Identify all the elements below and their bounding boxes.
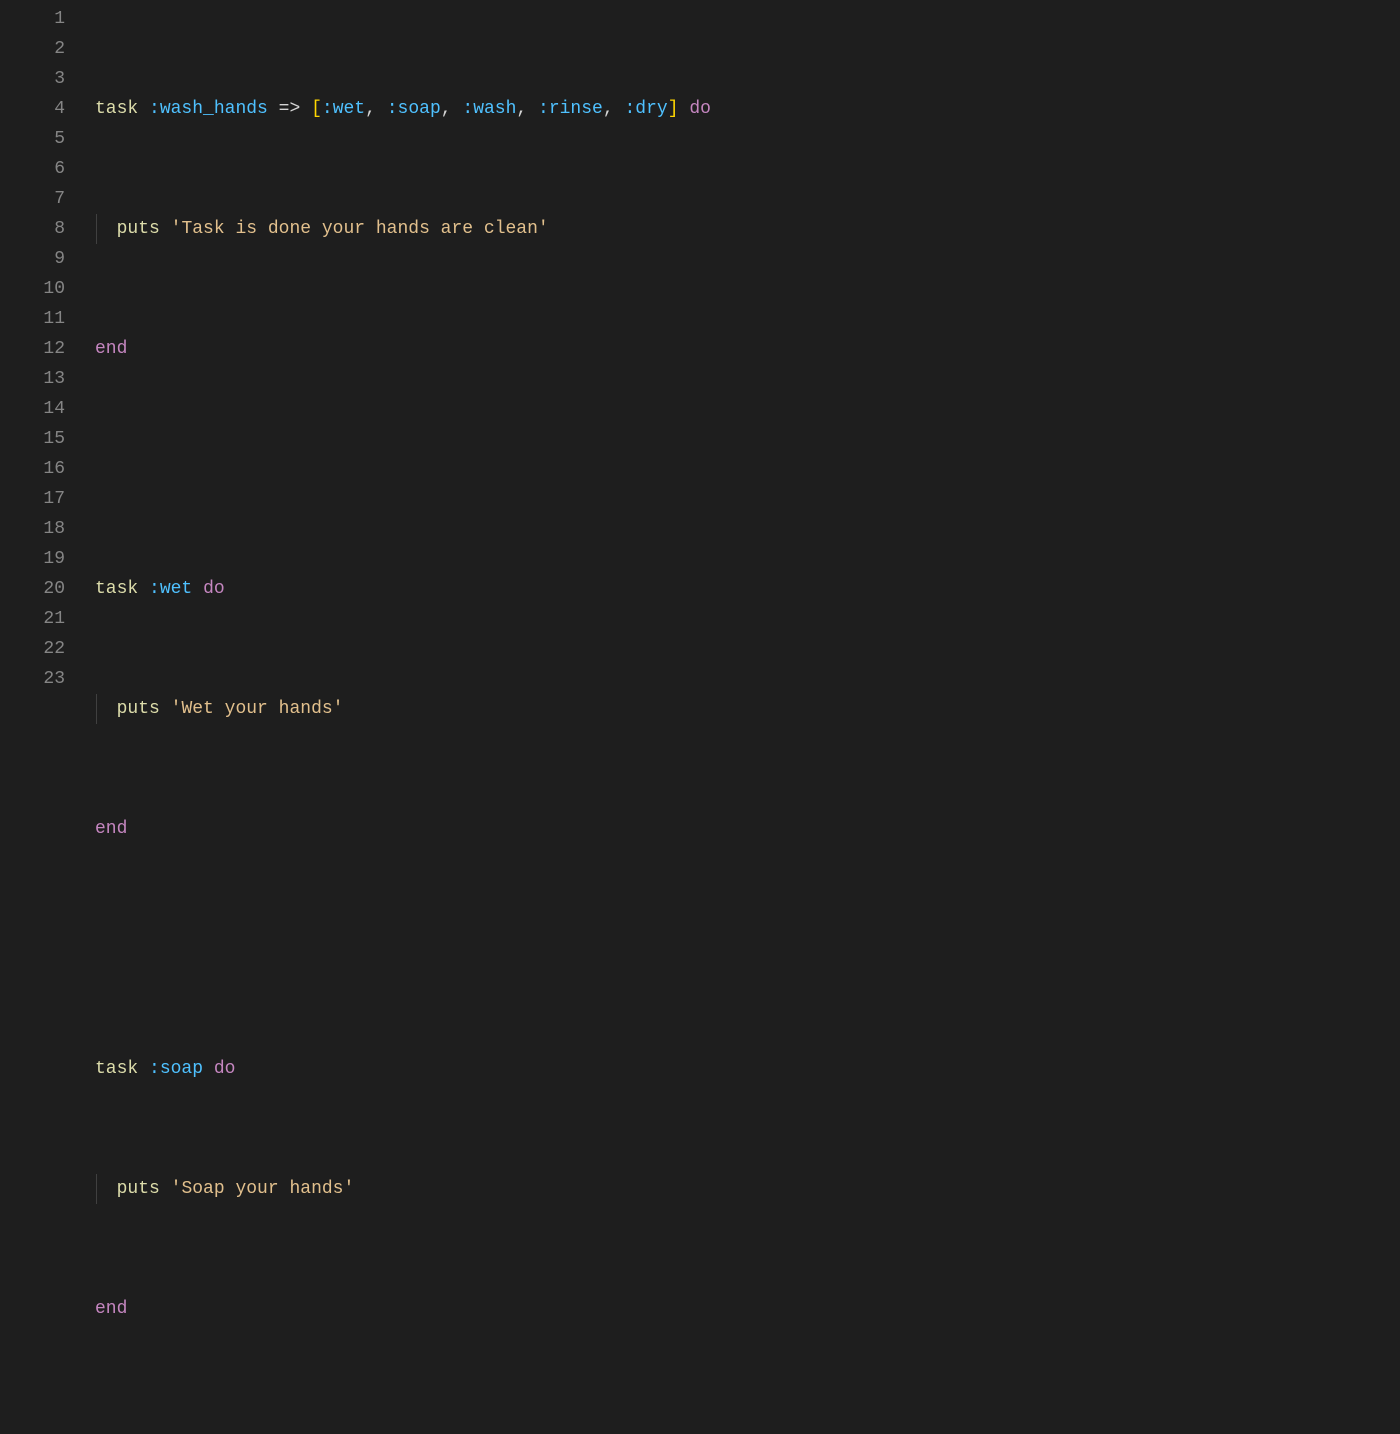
- symbol: :wash: [462, 99, 516, 119]
- line-number: 10: [0, 274, 65, 304]
- string-literal: 'Wet your hands': [171, 699, 344, 719]
- symbol: :wet: [149, 579, 192, 599]
- code-line[interactable]: task :soap do: [95, 1054, 1400, 1084]
- code-editor[interactable]: 1 2 3 4 5 6 7 8 9 10 11 12 13 14 15 16 1…: [0, 0, 1400, 717]
- line-number: 18: [0, 514, 65, 544]
- bracket-open: [: [311, 99, 322, 119]
- method-task: task: [95, 1059, 138, 1079]
- string-literal: 'Task is done your hands are clean': [171, 219, 549, 239]
- code-line[interactable]: end: [95, 1294, 1400, 1324]
- line-number: 19: [0, 544, 65, 574]
- line-number: 2: [0, 34, 65, 64]
- code-line[interactable]: [95, 1414, 1400, 1434]
- line-number: 15: [0, 424, 65, 454]
- code-line[interactable]: puts 'Wet your hands': [95, 694, 1400, 724]
- line-number: 16: [0, 454, 65, 484]
- line-number-gutter: 1 2 3 4 5 6 7 8 9 10 11 12 13 14 15 16 1…: [0, 4, 95, 717]
- code-line[interactable]: end: [95, 814, 1400, 844]
- bracket-close: ]: [668, 99, 679, 119]
- line-number: 17: [0, 484, 65, 514]
- keyword-end: end: [95, 1299, 127, 1319]
- method-puts: puts: [117, 1179, 160, 1199]
- method-task: task: [95, 99, 138, 119]
- line-number: 4: [0, 94, 65, 124]
- symbol: :wash_hands: [149, 99, 268, 119]
- line-number: 13: [0, 364, 65, 394]
- code-area[interactable]: task :wash_hands => [:wet, :soap, :wash,…: [95, 4, 1400, 717]
- code-line[interactable]: puts 'Task is done your hands are clean': [95, 214, 1400, 244]
- symbol: :wet: [322, 99, 365, 119]
- code-line[interactable]: task :wet do: [95, 574, 1400, 604]
- line-number: 1: [0, 4, 65, 34]
- code-line[interactable]: task :wash_hands => [:wet, :soap, :wash,…: [95, 94, 1400, 124]
- code-line[interactable]: [95, 934, 1400, 964]
- line-number: 5: [0, 124, 65, 154]
- code-line[interactable]: [95, 454, 1400, 484]
- keyword-end: end: [95, 819, 127, 839]
- line-number: 3: [0, 64, 65, 94]
- code-line[interactable]: puts 'Soap your hands': [95, 1174, 1400, 1204]
- line-number: 22: [0, 634, 65, 664]
- hashrocket: =>: [279, 99, 301, 119]
- code-line[interactable]: end: [95, 334, 1400, 364]
- symbol: :soap: [387, 99, 441, 119]
- keyword-do: do: [214, 1059, 236, 1079]
- method-puts: puts: [117, 219, 160, 239]
- line-number: 11: [0, 304, 65, 334]
- line-number: 23: [0, 664, 65, 694]
- string-literal: 'Soap your hands': [171, 1179, 355, 1199]
- keyword-do: do: [203, 579, 225, 599]
- line-number: 14: [0, 394, 65, 424]
- line-number: 7: [0, 184, 65, 214]
- line-number: 20: [0, 574, 65, 604]
- method-task: task: [95, 579, 138, 599]
- keyword-do: do: [689, 99, 711, 119]
- line-number: 6: [0, 154, 65, 184]
- symbol: :rinse: [538, 99, 603, 119]
- symbol: :soap: [149, 1059, 203, 1079]
- symbol: :dry: [624, 99, 667, 119]
- line-number: 8: [0, 214, 65, 244]
- keyword-end: end: [95, 339, 127, 359]
- method-puts: puts: [117, 699, 160, 719]
- line-number: 9: [0, 244, 65, 274]
- line-number: 12: [0, 334, 65, 364]
- line-number: 21: [0, 604, 65, 634]
